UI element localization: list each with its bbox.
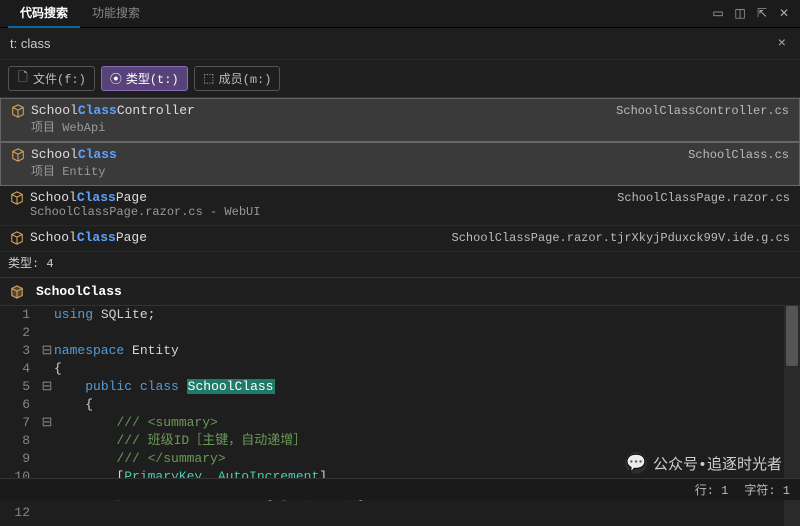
code-line: 6 { xyxy=(4,396,774,414)
fold-toggle[interactable]: ⊟ xyxy=(40,378,54,396)
tab-feature-search[interactable]: 功能搜索 xyxy=(80,0,152,28)
code-line: 2 xyxy=(4,324,774,342)
result-item[interactable]: SchoolClassPage SchoolClassPage.razor.csS… xyxy=(0,186,800,226)
result-name: SchoolClass xyxy=(31,147,117,162)
filter-member[interactable]: ⬚ 成员(m:) xyxy=(194,66,281,91)
class-icon xyxy=(11,148,25,162)
code-line: 8 /// 班级ID［主键，自动递增］ xyxy=(4,432,774,450)
result-file: SchoolClassPage.razor.cs xyxy=(617,191,790,205)
code-line: 1using SQLite; xyxy=(4,306,774,324)
title-bar: 代码搜索 功能搜索 ▭ ◫ ⇱ ✕ xyxy=(0,0,800,28)
fold-toggle xyxy=(40,432,54,450)
preview-title: SchoolClass xyxy=(36,284,122,299)
member-icon: ⬚ xyxy=(203,73,215,85)
clear-search-button[interactable]: × xyxy=(772,36,792,52)
fold-toggle xyxy=(40,324,54,342)
result-sub: 项目 Entity xyxy=(11,162,789,179)
line-number: 2 xyxy=(4,324,40,342)
line-number: 3 xyxy=(4,342,40,360)
code-line: 7⊟ /// <summary> xyxy=(4,414,774,432)
line-number: 12 xyxy=(4,504,40,522)
filter-type[interactable]: ⦿ 类型(t:) xyxy=(101,66,188,91)
preview-header: SchoolClass xyxy=(0,277,800,306)
filter-row: 🗋 文件(f:) ⦿ 类型(t:) ⬚ 成员(m:) xyxy=(0,60,800,97)
top-tabs: 代码搜索 功能搜索 xyxy=(8,0,152,28)
search-row: × xyxy=(0,28,800,60)
fold-toggle[interactable]: ⊟ xyxy=(40,414,54,432)
status-line: 行: 1 xyxy=(695,481,729,498)
line-number: 8 xyxy=(4,432,40,450)
code-line: 4{ xyxy=(4,360,774,378)
result-name: SchoolClassPage xyxy=(30,230,147,245)
split-icon[interactable]: ◫ xyxy=(732,6,748,22)
status-bar: 行: 1 字符: 1 xyxy=(0,478,800,500)
line-number: 4 xyxy=(4,360,40,378)
scroll-thumb[interactable] xyxy=(786,306,798,366)
close-icon[interactable]: ✕ xyxy=(776,6,792,22)
results-list: SchoolClassController SchoolClassControll… xyxy=(0,97,800,252)
fold-toggle xyxy=(40,396,54,414)
result-item[interactable]: SchoolClass SchoolClass.cs项目 Entity xyxy=(0,142,800,186)
tab-code-search[interactable]: 代码搜索 xyxy=(8,0,80,28)
file-icon: 🗋 xyxy=(17,73,29,85)
type-icon: ⦿ xyxy=(110,73,122,85)
panel-layout-icon[interactable]: ▭ xyxy=(710,6,726,22)
result-item[interactable]: SchoolClassController SchoolClassControll… xyxy=(0,98,800,142)
result-sub: SchoolClassPage.razor.cs - WebUI xyxy=(10,205,790,219)
result-file: SchoolClassPage.razor.tjrXkyjPduxck99V.i… xyxy=(452,231,790,245)
fold-toggle xyxy=(40,360,54,378)
code-line: 3⊟namespace Entity xyxy=(4,342,774,360)
filter-member-label: 成员(m:) xyxy=(219,70,272,87)
code-line: 12 xyxy=(4,504,774,522)
filter-type-label: 类型(t:) xyxy=(126,70,179,87)
line-number: 5 xyxy=(4,378,40,396)
window-controls: ▭ ◫ ⇱ ✕ xyxy=(710,6,792,22)
class-icon xyxy=(10,285,24,299)
fold-toggle[interactable]: ⊟ xyxy=(40,342,54,360)
result-sub: 项目 WebApi xyxy=(11,118,789,135)
line-number: 7 xyxy=(4,414,40,432)
result-file: SchoolClass.cs xyxy=(688,148,789,162)
class-icon xyxy=(10,231,24,245)
fold-toggle xyxy=(40,306,54,324)
fold-toggle xyxy=(40,450,54,468)
result-item[interactable]: SchoolClassPage SchoolClassPage.razor.tjr… xyxy=(0,226,800,252)
pin-icon[interactable]: ⇱ xyxy=(754,6,770,22)
fold-toggle xyxy=(40,504,54,522)
class-icon xyxy=(11,104,25,118)
result-name: SchoolClassPage xyxy=(30,190,147,205)
filter-file[interactable]: 🗋 文件(f:) xyxy=(8,66,95,91)
line-number: 6 xyxy=(4,396,40,414)
status-char: 字符: 1 xyxy=(744,481,790,498)
code-line: 5⊟ public class SchoolClass xyxy=(4,378,774,396)
line-number: 1 xyxy=(4,306,40,324)
result-count: 类型: 4 xyxy=(0,252,800,277)
class-icon xyxy=(10,191,24,205)
code-line: 9 /// </summary> xyxy=(4,450,774,468)
result-file: SchoolClassController.cs xyxy=(616,104,789,118)
line-number: 9 xyxy=(4,450,40,468)
result-name: SchoolClassController xyxy=(31,103,195,118)
filter-file-label: 文件(f:) xyxy=(33,70,86,87)
search-input[interactable] xyxy=(8,32,772,55)
